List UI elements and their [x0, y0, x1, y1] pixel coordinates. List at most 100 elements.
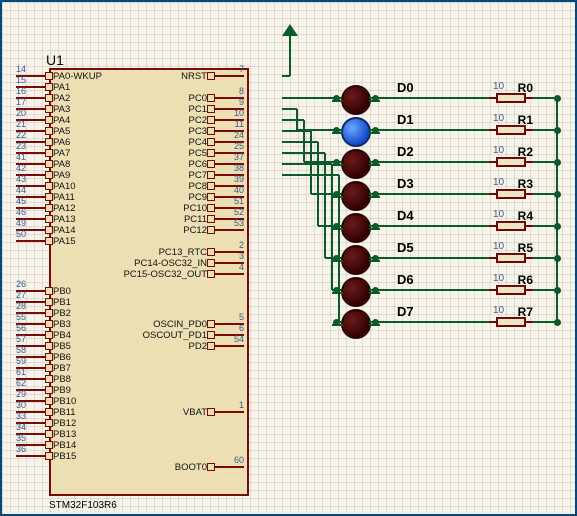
pin-name: BOOT0 [171, 462, 211, 473]
junction [554, 287, 561, 294]
resistor-R7[interactable]: 10R7 [489, 317, 533, 327]
pin-name: PA15 [49, 236, 80, 247]
pin-name: PA11 [49, 192, 79, 203]
junction [372, 191, 379, 198]
resistor-value: 10 [493, 81, 504, 92]
pin-PC12[interactable]: 53PC12 [179, 224, 244, 236]
wire-nrst [289, 36, 291, 76]
led-D1[interactable] [341, 117, 371, 147]
resistor-R3[interactable]: 10R3 [489, 189, 533, 199]
pin-number: 57 [16, 334, 26, 344]
wire-led-D4 [369, 225, 489, 227]
resistor-ref: R4 [518, 209, 533, 223]
wire-PC3 [282, 130, 311, 132]
resistor-value: 10 [493, 209, 504, 220]
pin-number: 54 [234, 334, 244, 344]
pin-number: 35 [16, 433, 26, 443]
wire-led-D7 [369, 321, 489, 323]
wire-PC5 [282, 152, 325, 154]
junction [554, 255, 561, 262]
led-D6[interactable] [341, 277, 371, 307]
pin-BOOT0[interactable]: 60BOOT0 [171, 461, 244, 473]
led-label-D4: D4 [397, 208, 414, 223]
pin-VBAT[interactable]: 1VBAT [179, 406, 244, 418]
pin-number: 6 [239, 323, 244, 333]
junction [554, 191, 561, 198]
wire-led-D3 [369, 193, 489, 195]
wire-PC4 [317, 142, 319, 226]
wire-PC5 [324, 153, 326, 258]
power-symbol [290, 24, 298, 36]
junction [554, 319, 561, 326]
pin-name: PA14 [49, 225, 80, 236]
wire-PC0 [282, 97, 290, 99]
wire-led-D0 [369, 97, 489, 99]
pin-name: PC13_RTC [155, 247, 211, 258]
resistor-R4[interactable]: 10R4 [489, 221, 533, 231]
pin-number: 14 [16, 64, 26, 74]
led-label-D3: D3 [397, 176, 414, 191]
junction [372, 159, 379, 166]
led-label-D6: D6 [397, 272, 414, 287]
wire-PC6 [331, 164, 333, 290]
pin-name: PA12 [49, 203, 80, 214]
pin-name: PB15 [49, 451, 80, 462]
pin-number: 34 [16, 422, 26, 432]
pin-number: 51 [234, 196, 244, 206]
chip-refdes: U1 [46, 52, 64, 68]
pin-number: 15 [16, 75, 26, 85]
resistor-R0[interactable]: 10R0 [489, 93, 533, 103]
led-D0[interactable] [341, 85, 371, 115]
wire-PC6 [282, 163, 332, 165]
pin-number: 46 [16, 207, 26, 217]
resistor-ref: R7 [518, 305, 533, 319]
pin-number: 62 [16, 378, 26, 388]
led-label-D2: D2 [397, 144, 414, 159]
schematic-canvas: U1 STM32F103R6 14PA0-WKUP15PA116PA217PA3… [0, 0, 577, 516]
led-D7[interactable] [341, 309, 371, 339]
resistor-ref: R3 [518, 177, 533, 191]
wire-PC7 [282, 174, 339, 176]
pin-number: 26 [16, 279, 26, 289]
resistor-value: 10 [493, 177, 504, 188]
pin-name: OSCIN_PD0 [149, 319, 211, 330]
pin-number: 28 [16, 301, 26, 311]
pin-PA15[interactable]: 50PA15 [16, 235, 80, 247]
wire-PC4 [282, 141, 318, 143]
resistor-ref: R5 [518, 241, 533, 255]
pin-number: 40 [234, 185, 244, 195]
led-D3[interactable] [341, 181, 371, 211]
pin-NRST[interactable]: 7NRST [177, 70, 244, 82]
pin-number: 61 [16, 367, 26, 377]
pin-number: 53 [234, 218, 244, 228]
resistor-R5[interactable]: 10R5 [489, 253, 533, 263]
wire-PC1 [282, 108, 297, 110]
pin-PB15[interactable]: 36PB15 [16, 450, 80, 462]
pin-number: 29 [16, 389, 26, 399]
led-D5[interactable] [341, 245, 371, 275]
pin-PD2[interactable]: 54PD2 [185, 340, 244, 352]
wire-led-D2 [369, 161, 489, 163]
led-D4[interactable] [341, 213, 371, 243]
pin-number: 1 [239, 400, 244, 410]
pin-number: 37 [234, 152, 244, 162]
pin-PC15-OSC32_OUT[interactable]: 4PC15-OSC32_OUT [120, 268, 244, 280]
pin-number: 36 [16, 444, 26, 454]
pin-name: NRST [177, 71, 211, 82]
junction [554, 159, 561, 166]
led-label-D0: D0 [397, 80, 414, 95]
pin-number: 33 [16, 411, 26, 421]
resistor-R2[interactable]: 10R2 [489, 157, 533, 167]
pin-number: 7 [239, 64, 244, 74]
resistor-R6[interactable]: 10R6 [489, 285, 533, 295]
junction [554, 95, 561, 102]
pin-number: 44 [16, 185, 26, 195]
wire-led-D6 [369, 289, 489, 291]
pin-name: OSCOUT_PD1 [139, 330, 211, 341]
pin-number: 16 [16, 86, 26, 96]
resistor-R1[interactable]: 10R1 [489, 125, 533, 135]
pin-number: 52 [234, 207, 244, 217]
led-D2[interactable] [341, 149, 371, 179]
wire-PC2 [282, 119, 304, 121]
pin-name: PC15-OSC32_OUT [120, 269, 211, 280]
